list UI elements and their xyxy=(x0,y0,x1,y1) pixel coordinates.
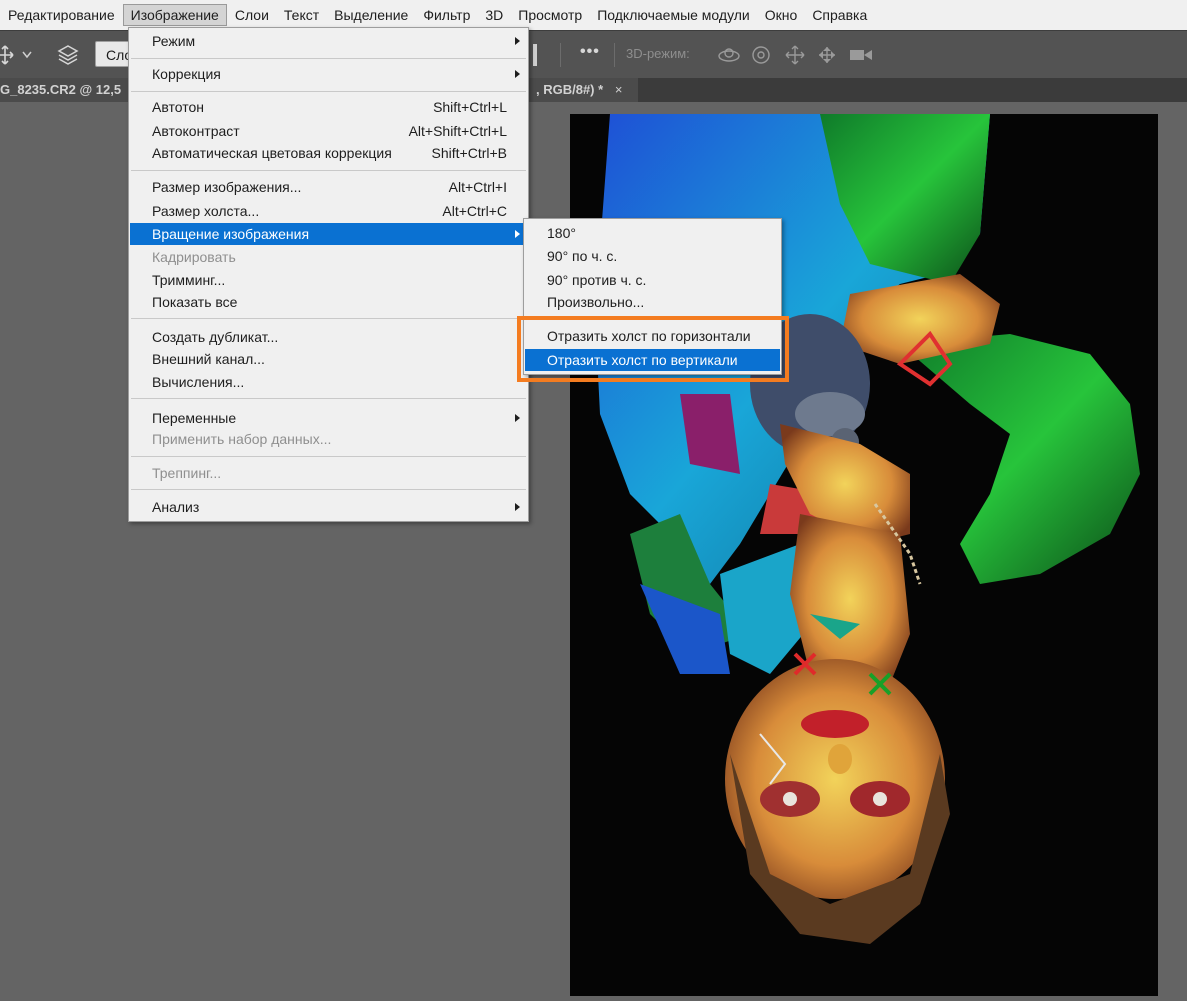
menu-item-label: Создать дубликат... xyxy=(152,329,279,345)
menu-item-label: Размер холста... xyxy=(152,203,260,219)
menu-item-apply-data-set: Применить набор данных... xyxy=(130,428,527,450)
menu-plugins[interactable]: Подключаемые модули xyxy=(590,4,757,26)
menu-separator xyxy=(131,318,526,319)
menu-item-auto-color[interactable]: Автоматическая цветовая коррекция Shift+… xyxy=(130,142,527,164)
menu-item-label: Внешний канал... xyxy=(152,351,265,367)
submenu-arrow-icon xyxy=(515,414,520,422)
menu-filter[interactable]: Фильтр xyxy=(416,4,477,26)
menu-item-label: Коррекция xyxy=(152,66,221,82)
menu-item-label: 90° по ч. с. xyxy=(547,248,618,264)
menu-item-label: Анализ xyxy=(152,499,200,515)
menu-item-label: Автотон xyxy=(152,99,204,115)
menu-item-canvas-size[interactable]: Размер холста... Alt+Ctrl+C xyxy=(130,200,527,222)
menu-separator xyxy=(131,91,526,92)
menu-item-label: Треппинг... xyxy=(152,465,222,481)
menu-item-shortcut: Shift+Ctrl+B xyxy=(431,145,507,161)
document-tab[interactable]: G_8235.CR2 @ 12,5 xyxy=(0,78,128,102)
menu-item-shortcut: Alt+Ctrl+C xyxy=(442,203,507,219)
menu-type[interactable]: Текст xyxy=(277,4,326,26)
menu-help[interactable]: Справка xyxy=(805,4,874,26)
close-icon[interactable]: × xyxy=(615,82,623,97)
menu-layers[interactable]: Слои xyxy=(228,4,276,26)
menu-item-trap: Треппинг... xyxy=(130,462,527,484)
menu-bar: Редактирование Изображение Слои Текст Вы… xyxy=(0,0,1187,30)
menu-item-label: Автоматическая цветовая коррекция xyxy=(152,145,392,161)
divider xyxy=(614,43,615,67)
menu-edit[interactable]: Редактирование xyxy=(1,4,122,26)
menu-view[interactable]: Просмотр xyxy=(511,4,589,26)
chevron-down-icon[interactable] xyxy=(22,51,32,59)
menu-item-label: 90° против ч. с. xyxy=(547,272,647,288)
menu-item-duplicate[interactable]: Создать дубликат... xyxy=(130,326,527,348)
menu-item-label: Тримминг... xyxy=(152,272,226,288)
menu-separator xyxy=(131,398,526,399)
align-icon[interactable] xyxy=(533,44,537,66)
menu-item-label: Автоконтраст xyxy=(152,123,240,139)
menu-window[interactable]: Окно xyxy=(758,4,805,26)
submenu-item-90-ccw[interactable]: 90° против ч. с. xyxy=(525,269,780,291)
menu-item-label: Режим xyxy=(152,33,196,49)
submenu-arrow-icon xyxy=(515,503,520,511)
menu-item-label: Размер изображения... xyxy=(152,179,302,195)
menu-item-label: Применить набор данных... xyxy=(152,431,332,447)
submenu-arrow-icon xyxy=(515,70,520,78)
menu-item-apply-image[interactable]: Внешний канал... xyxy=(130,348,527,370)
highlight-callout-frame xyxy=(517,316,789,382)
menu-3d[interactable]: 3D xyxy=(478,4,510,26)
document-tab-active[interactable]: , RGB/8#) * × xyxy=(528,78,638,102)
divider xyxy=(560,43,561,67)
menu-item-label: Кадрировать xyxy=(152,249,236,265)
menu-item-label: Переменные xyxy=(152,410,237,426)
submenu-arrow-icon xyxy=(515,230,520,238)
menu-item-shortcut: Shift+Ctrl+L xyxy=(433,99,507,115)
menu-item-label: Вращение изображения xyxy=(152,226,310,242)
menu-item-shortcut: Alt+Shift+Ctrl+L xyxy=(408,123,507,139)
menu-separator xyxy=(131,456,526,457)
pan-3d-icon[interactable] xyxy=(784,44,806,66)
menu-item-mode[interactable]: Режим xyxy=(130,30,527,52)
orbit-3d-icon[interactable] xyxy=(717,45,741,65)
scale-3d-icon[interactable] xyxy=(849,47,873,63)
menu-item-shortcut: Alt+Ctrl+I xyxy=(448,179,507,195)
menu-item-label: Вычисления... xyxy=(152,374,245,390)
menu-item-adjustments[interactable]: Коррекция xyxy=(130,63,527,85)
menu-item-auto-tone[interactable]: Автотон Shift+Ctrl+L xyxy=(130,96,527,118)
menu-select[interactable]: Выделение xyxy=(327,4,415,26)
menu-item-image-rotation[interactable]: Вращение изображения xyxy=(130,223,527,245)
submenu-item-90-cw[interactable]: 90° по ч. с. xyxy=(525,245,780,267)
menu-item-auto-contrast[interactable]: Автоконтраст Alt+Shift+Ctrl+L xyxy=(130,120,527,142)
layers-icon[interactable] xyxy=(57,44,79,66)
submenu-item-arbitrary[interactable]: Произвольно... xyxy=(525,291,780,313)
menu-separator xyxy=(131,58,526,59)
submenu-arrow-icon xyxy=(515,37,520,45)
menu-item-calculations[interactable]: Вычисления... xyxy=(130,371,527,393)
submenu-item-180[interactable]: 180° xyxy=(525,222,780,244)
menu-item-analysis[interactable]: Анализ xyxy=(130,496,527,518)
menu-image[interactable]: Изображение xyxy=(122,4,227,26)
slide-3d-icon[interactable] xyxy=(816,44,838,66)
image-menu-dropdown: Режим Коррекция Автотон Shift+Ctrl+L Авт… xyxy=(128,27,529,522)
menu-item-image-size[interactable]: Размер изображения... Alt+Ctrl+I xyxy=(130,176,527,198)
menu-item-label: Показать все xyxy=(152,294,238,310)
menu-separator xyxy=(131,489,526,490)
menu-separator xyxy=(131,170,526,171)
document-tab-title: , RGB/8#) * xyxy=(536,82,604,97)
menu-item-trim[interactable]: Тримминг... xyxy=(130,269,527,291)
mode-3d-label: 3D-режим: xyxy=(626,46,690,61)
menu-item-reveal-all[interactable]: Показать все xyxy=(130,291,527,313)
roll-3d-icon[interactable] xyxy=(750,44,772,66)
menu-item-crop: Кадрировать xyxy=(130,246,527,268)
more-options-button[interactable]: ••• xyxy=(580,43,600,61)
menu-item-label: 180° xyxy=(547,225,576,241)
menu-item-variables[interactable]: Переменные xyxy=(130,407,527,429)
menu-item-label: Произвольно... xyxy=(547,294,645,310)
move-tool-icon[interactable] xyxy=(0,45,14,65)
